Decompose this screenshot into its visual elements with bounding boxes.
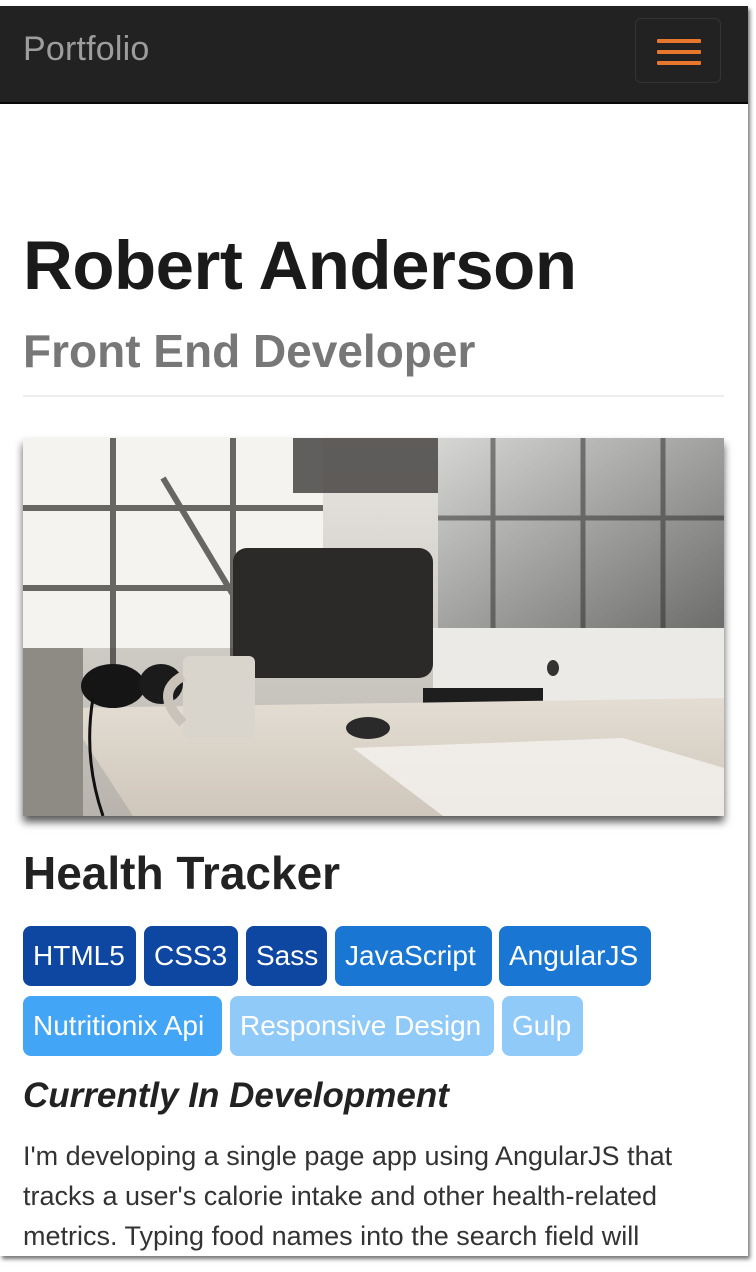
browser-viewport: Portfolio Robert Anderson Front End Deve… <box>0 6 748 1256</box>
description-line: I'm developing a single page app using A… <box>23 1141 673 1171</box>
project-title: Health Tracker <box>23 847 341 899</box>
description-line: metrics. Typing food names into the sear… <box>23 1221 640 1251</box>
tag-javascript: JavaScript <box>335 926 492 986</box>
project-status: Currently In Development <box>23 1076 449 1115</box>
navbar-toggle-button[interactable] <box>635 18 721 83</box>
tag-html5: HTML5 <box>23 926 136 986</box>
tag-angularjs: AngularJS <box>499 926 651 986</box>
tag-gulp: Gulp <box>502 996 583 1056</box>
tag-css3: CSS3 <box>144 926 238 986</box>
description-line: tracks a user's calorie intake and other… <box>23 1181 657 1211</box>
divider <box>23 395 724 397</box>
page-subtitle: Front End Developer <box>23 325 476 377</box>
tag-responsive-design: Responsive Design <box>230 996 494 1056</box>
project-image[interactable] <box>23 438 724 816</box>
brand-link[interactable]: Portfolio <box>23 30 150 69</box>
navbar: Portfolio <box>0 6 748 104</box>
tag-sass: Sass <box>246 926 327 986</box>
project-description: I'm developing a single page app using A… <box>23 1136 724 1256</box>
tag-nutritionix-api: Nutritionix Api <box>23 996 222 1056</box>
workspace-photo-illustration <box>23 438 724 816</box>
page-title: Robert Anderson <box>23 227 577 304</box>
